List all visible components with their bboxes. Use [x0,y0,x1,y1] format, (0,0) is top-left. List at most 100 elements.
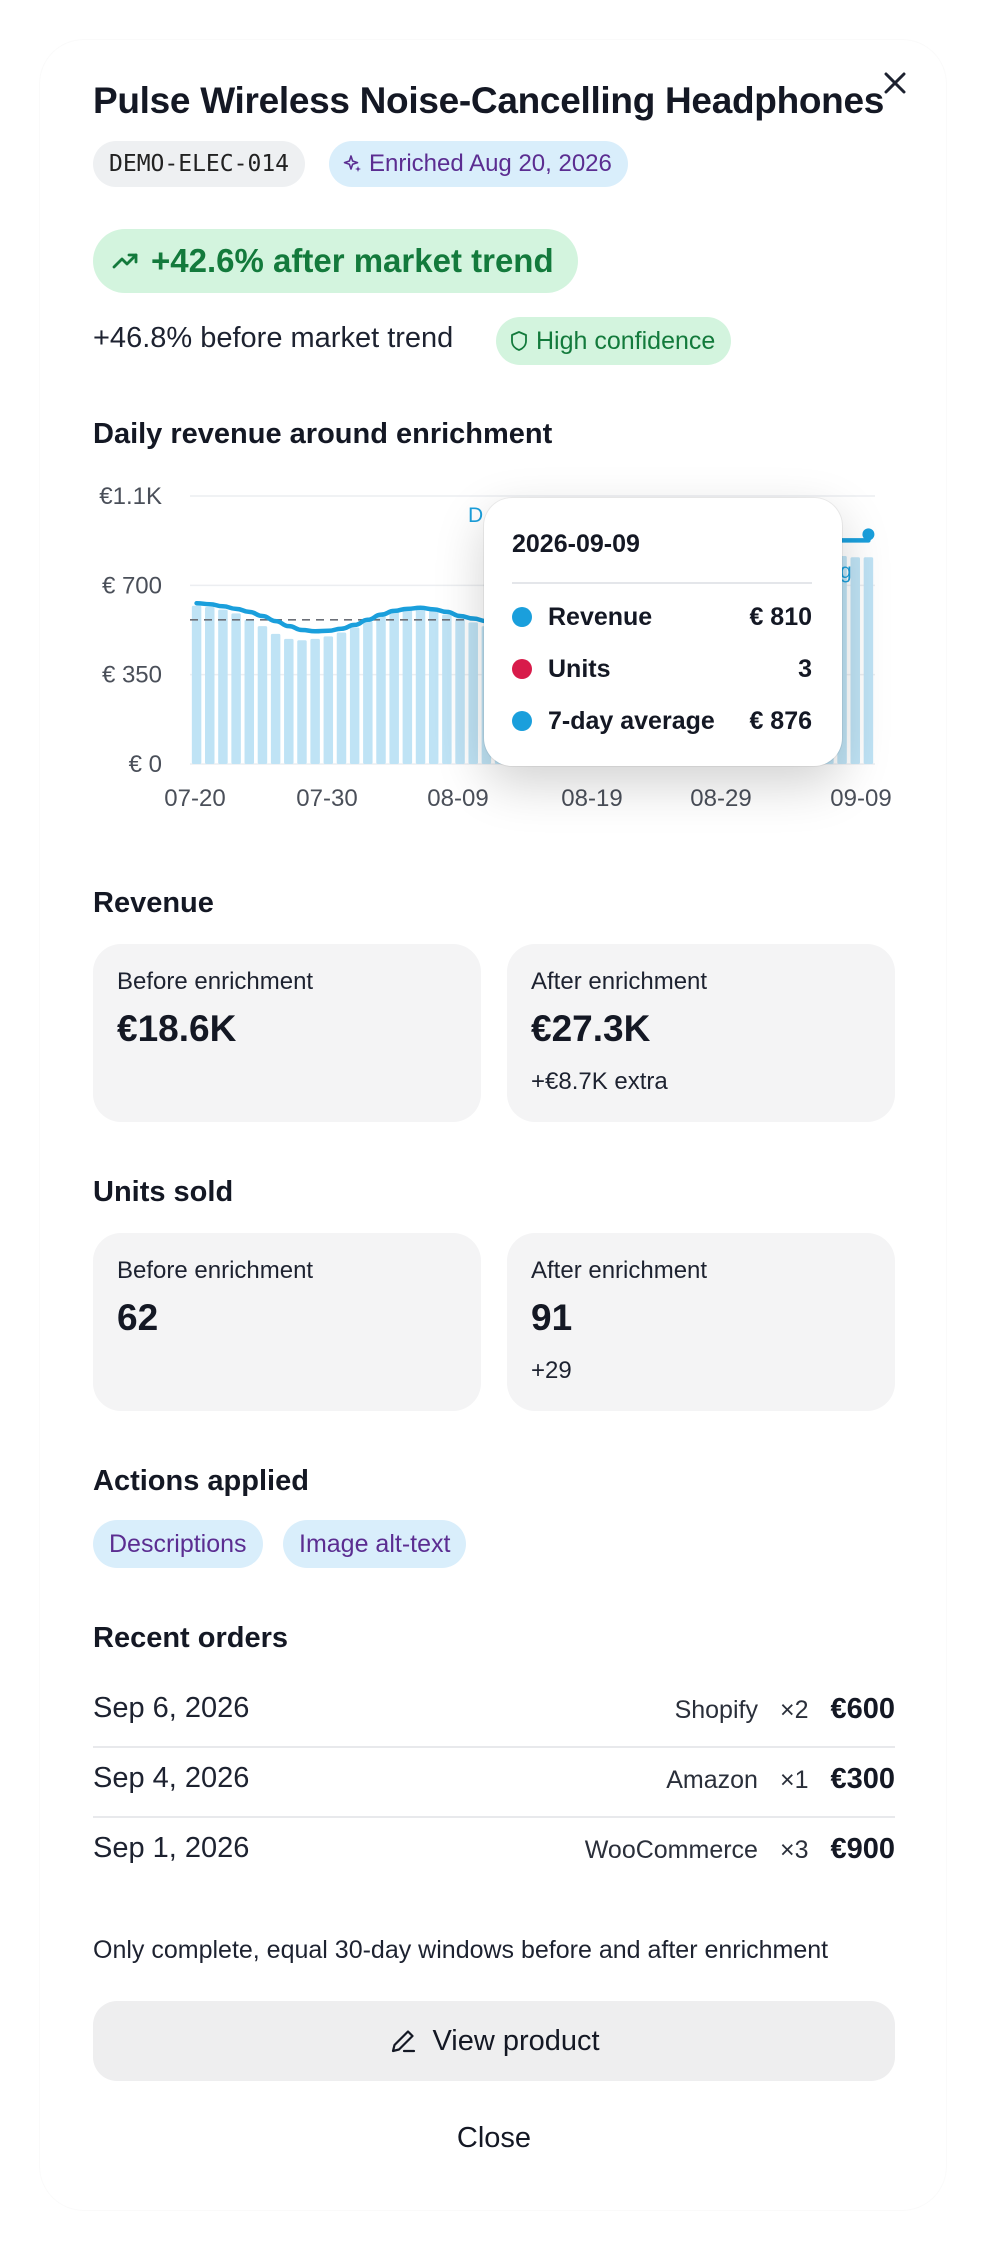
revenue-bar [376,613,386,764]
units-section-title: Units sold [93,1176,234,1208]
revenue-bar [231,613,241,764]
revenue-bar [850,557,860,764]
y-tick-label: € 0 [129,751,162,778]
card-label: After enrichment [531,1257,708,1284]
units-before-card: Before enrichment 62 [93,1233,481,1411]
tooltip-value: 3 [798,654,812,683]
revenue-section-title: Revenue [93,887,214,919]
tooltip-label: 7-day average [548,706,715,735]
x-tick-label: 07-30 [296,785,357,812]
order-date: Sep 4, 2026 [93,1762,250,1794]
revenue-bar [323,636,334,764]
tooltip-row-average: 7-day average € 876 [512,704,812,738]
sparkle-icon [343,155,361,172]
y-tick-label: €1.1K [99,483,162,510]
x-tick-label: 09-09 [830,785,891,812]
card-extra: +€8.7K extra [531,1068,668,1095]
action-chip-descriptions: Descriptions [93,1520,263,1568]
revenue-bar [363,621,373,764]
revenue-bar [205,607,215,764]
tooltip-date: 2026-09-09 [512,530,640,558]
order-quantity: ×2 [779,1696,809,1724]
trending-up-icon [112,253,138,269]
pencil-icon [392,2030,416,2053]
revenue-bar [284,638,294,764]
revenue-bar [191,605,202,764]
revenue-before-card: Before enrichment €18.6K [93,944,481,1122]
card-label: Before enrichment [117,1257,314,1284]
revenue-bar [415,608,426,764]
order-details: WooCommerce ×3 €900 [585,1833,895,1866]
revenue-bar [455,618,465,764]
card-label: Before enrichment [117,968,314,995]
tooltip-row-units: Units 3 [512,652,812,686]
enriched-label: Enriched Aug 20, 2026 [369,150,612,177]
revenue-bar [468,622,478,764]
before-trend-text: +46.8% before market trend [93,322,454,354]
order-date: Sep 1, 2026 [93,1832,250,1864]
average-dot-icon [512,711,532,731]
action-chip-image-alt-text: Image alt-text [283,1520,467,1568]
revenue-after-card: After enrichment €27.3K +€8.7K extra [507,944,895,1122]
order-row[interactable]: Sep 4, 2026 Amazon ×1 €300 [93,1746,895,1818]
order-channel: Shopify [674,1696,758,1724]
view-product-button[interactable]: View product [93,2001,895,2081]
revenue-bar [863,557,874,764]
actions-section-title: Actions applied [93,1465,309,1497]
order-amount: €300 [830,1763,895,1795]
hover-point [862,528,875,541]
enriched-badge: Enriched Aug 20, 2026 [329,141,628,187]
order-row[interactable]: Sep 1, 2026 WooCommerce ×3 €900 [93,1816,895,1886]
revenue-bar [336,632,347,764]
revenue-bar [442,614,452,764]
order-details: Amazon ×1 €300 [666,1763,895,1796]
card-value: 62 [117,1297,159,1338]
units-dot-icon [512,659,532,679]
card-value: €27.3K [531,1008,651,1049]
order-quantity: ×3 [779,1836,809,1864]
order-channel: Amazon [666,1766,758,1794]
orders-section-title: Recent orders [93,1622,289,1654]
chart-section-title: Daily revenue around enrichment [93,418,553,450]
chart-tooltip: 2026-09-09 Revenue € 810 Units 3 7-day a… [484,498,842,766]
y-tick-label: € 700 [102,572,162,599]
tooltip-value: € 810 [749,602,812,631]
revenue-bar [270,633,281,764]
order-amount: €900 [830,1833,895,1865]
revenue-bar [402,607,413,764]
sku-badge: DEMO-ELEC-014 [93,141,306,187]
revenue-bar [257,626,268,764]
revenue-bar [389,609,399,764]
card-label: After enrichment [531,968,708,995]
order-details: Shopify ×2 €600 [675,1693,895,1726]
confidence-badge: High confidence [496,317,732,365]
x-tick-label: 08-29 [690,785,751,812]
tooltip-row-revenue: Revenue € 810 [512,600,812,634]
order-date: Sep 6, 2026 [93,1692,250,1724]
view-product-label: View product [432,2024,600,2057]
revenue-bar [218,609,228,764]
order-channel: WooCommerce [584,1836,758,1864]
units-after-card: After enrichment 91 +29 [507,1233,895,1411]
tooltip-value: € 876 [749,706,812,735]
x-tick-label: 08-19 [561,785,622,812]
card-extra: +29 [531,1357,572,1384]
x-tick-label: 08-09 [427,785,488,812]
tooltip-label: Revenue [548,602,653,631]
order-row[interactable]: Sep 6, 2026 Shopify ×2 €600 [93,1676,895,1748]
order-quantity: ×1 [779,1766,809,1794]
shield-icon [511,331,527,351]
y-tick-label: € 350 [102,662,162,689]
card-value: €18.6K [117,1008,237,1049]
revenue-bar [244,619,255,764]
annotation-label: D [468,504,483,527]
tooltip-divider [512,582,812,584]
window-note: Only complete, equal 30-day windows befo… [93,1936,829,1964]
revenue-bar [310,638,320,764]
close-button[interactable]: Close [93,2110,895,2166]
confidence-label: High confidence [536,326,716,355]
after-trend-text: +42.6% after market trend [151,242,554,279]
product-title: Pulse Wireless Noise-Cancelling Headphon… [93,80,885,121]
card-value: 91 [531,1297,573,1338]
x-tick-label: 07-20 [164,785,225,812]
